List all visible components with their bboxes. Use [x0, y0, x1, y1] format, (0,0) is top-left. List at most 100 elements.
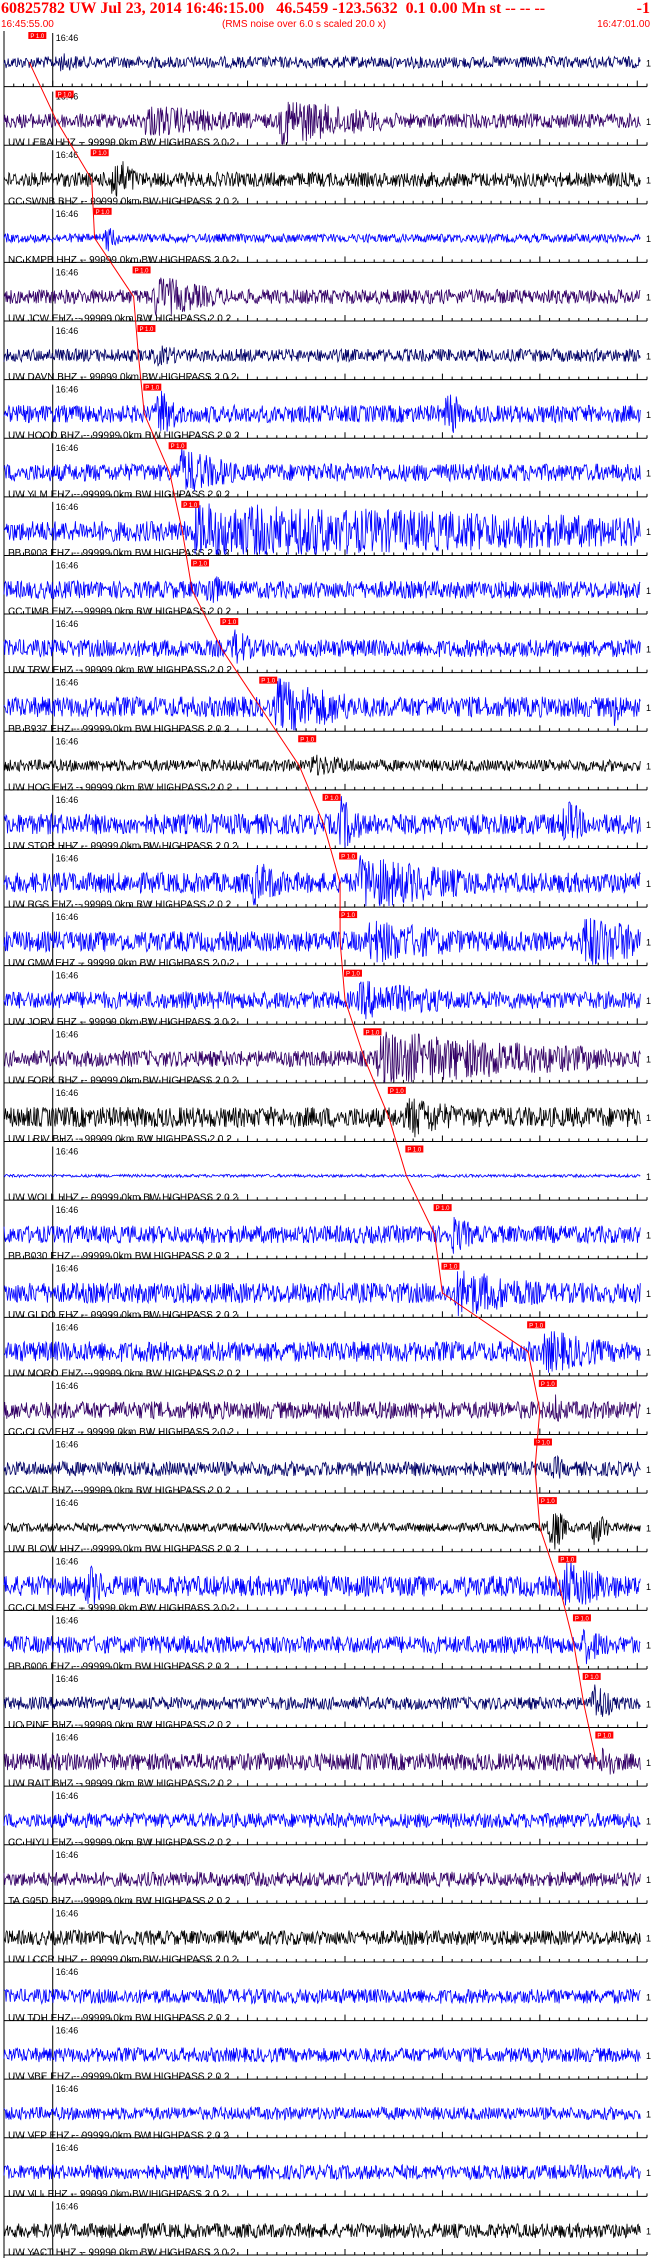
pick-label: P 1.0 — [30, 34, 45, 40]
pick-label: P 1.0 — [529, 1323, 544, 1329]
channel-label: UW YACT HHZ -- 99999.0km BW HIGHPASS 2.0… — [8, 2248, 236, 2258]
waveform-trace — [3, 53, 641, 72]
pick-label: P 1.0 — [93, 151, 108, 157]
waveform-trace — [3, 2105, 641, 2122]
channel-label: UW RAIT BHZ -- 99999.0km BW HIGHPASS 2.0… — [8, 1779, 233, 1790]
scale-label: 1 — [646, 176, 651, 186]
channel-label: UW CMW EHZ -- 99999.0km BW HIGHPASS 2.0 … — [8, 958, 235, 969]
pick-label: P 1.0 — [171, 444, 186, 450]
waveform-trace — [3, 447, 641, 492]
pick-label: P 1.0 — [193, 561, 208, 567]
scale-label: 1 — [646, 1816, 651, 1826]
waveform-trace — [3, 980, 641, 1020]
waveform-trace — [3, 1394, 641, 1422]
channel-label: UW JCW EHZ -- 99999.0km BW HIGHPASS 2.0 … — [8, 314, 232, 325]
scale-label: 1 — [646, 2168, 651, 2178]
scale-label: 1 — [646, 1758, 651, 1768]
channel-label: PB B006 EHZ -- 99999.0km BW HIGHPASS 2.0… — [8, 1661, 230, 1672]
waveform-trace — [3, 2163, 641, 2181]
pick-label: P 1.0 — [597, 1734, 612, 1740]
scale-label: 1 — [646, 293, 651, 303]
scale-label: 1 — [646, 820, 651, 830]
channel-label: UO PINE BHZ -- 99999.0km BW HIGHPASS 2.0… — [8, 1720, 232, 1731]
minute-label: 16:46 — [56, 853, 79, 863]
waveform-trace — [3, 345, 641, 367]
scale-label: 1 — [646, 644, 651, 654]
rms-noise-note: (RMS noise over 6.0 s scaled 20.0 x) — [222, 19, 386, 30]
scale-label: 1 — [646, 1113, 651, 1123]
minute-label: 16:46 — [56, 971, 79, 981]
minute-label: 16:46 — [56, 209, 79, 219]
pick-label: P 1.0 — [341, 854, 356, 860]
scale-label: 1 — [646, 1055, 651, 1065]
waveform-trace — [3, 1331, 641, 1373]
minute-label: 16:46 — [56, 2084, 79, 2094]
pick-label: P 1.0 — [436, 1206, 451, 1212]
scale-label: 1 — [646, 2109, 651, 2119]
scale-label: 1 — [646, 1641, 651, 1651]
scale-label: 1 — [646, 469, 651, 479]
minute-label: 16:46 — [56, 1322, 79, 1332]
pick-label: P 1.0 — [222, 620, 237, 626]
minute-label: 16:46 — [56, 1674, 79, 1684]
channel-label: UW VLL EHZ -- 99999.0km BW HIGHPASS 2.0 … — [8, 2189, 227, 2200]
minute-label: 16:46 — [56, 1615, 79, 1625]
start-time: 16:45:55.00 — [1, 19, 54, 30]
waveform-trace — [3, 1929, 641, 1947]
waveform-trace — [3, 1871, 641, 1888]
pick-label: P 1.0 — [135, 268, 150, 274]
minute-label: 16:46 — [56, 1850, 79, 1860]
minute-label: 16:46 — [56, 2201, 79, 2211]
scale-label: 1 — [646, 1465, 651, 1475]
pick-label: P 1.0 — [541, 1382, 556, 1388]
waveform-trace — [3, 1628, 641, 1665]
scale-label: 1 — [646, 351, 651, 361]
minute-label: 16:46 — [56, 912, 79, 922]
channel-label: PB B030 EHZ -- 99999.0km BW HIGHPASS 2.0… — [8, 1251, 230, 1262]
pick-label: P 1.0 — [365, 1030, 380, 1036]
pick-label: P 1.0 — [58, 93, 73, 99]
scale-label: 1 — [646, 58, 651, 68]
minute-label: 16:46 — [56, 443, 79, 453]
scale-label: 1 — [646, 1172, 651, 1182]
minute-label: 16:46 — [56, 1498, 79, 1508]
minute-label: 16:46 — [56, 1908, 79, 1918]
minute-label: 16:46 — [56, 1205, 79, 1215]
waveform-trace — [3, 1562, 641, 1606]
minute-label: 16:46 — [56, 1557, 79, 1567]
seismogram-plot: 16:46 1 P 1.0 16:46 1 UW LEBA HHZ -- 99999.0k… — [3, 31, 651, 2258]
waveform-trace — [3, 1031, 641, 1083]
waveform-trace — [3, 1454, 641, 1479]
scale-label: 1 — [646, 879, 651, 889]
minute-label: 16:46 — [56, 385, 79, 395]
channel-label: CC TIMB EHZ -- 99999.0km BW HIGHPASS 2.0… — [8, 607, 231, 618]
channel-label: UW JORV EHZ -- 99999.0km BW HIGHPASS 2.0… — [8, 1017, 236, 1028]
minute-label: 16:46 — [56, 267, 79, 277]
pick-label: P 1.0 — [96, 210, 111, 216]
channel-label: UW GLDO EHZ -- 99999.0km BW HIGHPASS 2.0… — [8, 1310, 238, 1321]
pick-label: P 1.0 — [407, 1148, 422, 1154]
scale-label: 1 — [646, 1582, 651, 1592]
pick-label: P 1.0 — [560, 1558, 575, 1564]
scale-label: 1 — [646, 703, 651, 713]
waveform-trace — [3, 501, 641, 555]
scale-label: 1 — [646, 937, 651, 947]
waveform-trace — [3, 1098, 641, 1138]
pick-label: P 1.0 — [390, 1089, 405, 1095]
channel-label: UW HOG EHZ -- 99999.0km BW HIGHPASS 2.0 … — [8, 782, 233, 793]
scale-label: 1 — [646, 1230, 651, 1240]
waveform-trace — [3, 161, 641, 197]
waveform-trace — [3, 855, 641, 907]
channel-label: UW VFP EHZ -- 99999.0km BW HIGHPASS 2.0 … — [8, 2130, 229, 2141]
waveform-trace — [3, 1172, 641, 1179]
channel-label: UW HOOD BHZ -- 99999.0km BW HIGHPASS 2.0… — [8, 431, 240, 442]
scale-label: 1 — [646, 586, 651, 596]
minute-label: 16:46 — [56, 736, 79, 746]
minute-label: 16:46 — [56, 1381, 79, 1391]
scale-label: 1 — [646, 527, 651, 537]
waveform-trace — [3, 277, 641, 316]
minute-label: 16:46 — [56, 1733, 79, 1743]
channel-label: CC CLMS EHZ -- 99999.0km BW HIGHPASS 2.0… — [8, 1603, 236, 1614]
minute-label: 16:46 — [56, 1791, 79, 1801]
scale-label: 1 — [646, 234, 651, 244]
